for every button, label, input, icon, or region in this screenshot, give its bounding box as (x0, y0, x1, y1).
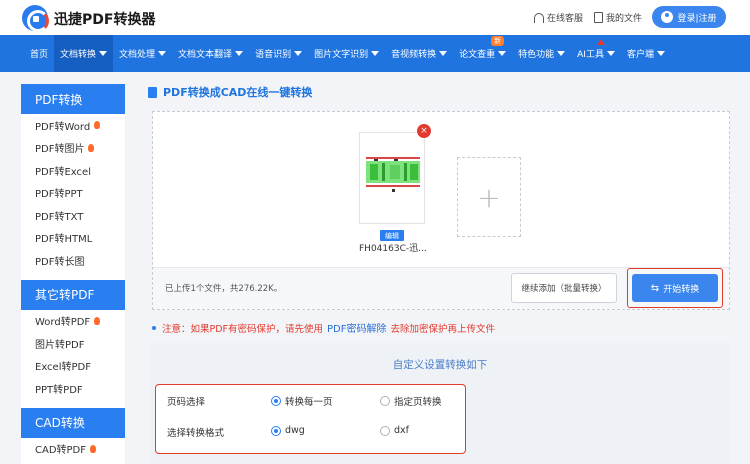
radio-specific-pages[interactable]: 指定页转换 (380, 394, 442, 408)
chevron-down-icon (498, 51, 507, 56)
document-icon (148, 86, 157, 98)
top-header: 迅捷PDF转换器 在线客服 我的文件 登录|注册 (0, 0, 750, 35)
sidebar-item-pdf-ppt[interactable]: PDF转PPT (21, 182, 125, 205)
radio-format-dxf[interactable]: dxf (380, 425, 409, 436)
bullet-icon (152, 325, 156, 330)
login-register-button[interactable]: 登录|注册 (652, 6, 726, 28)
start-convert-button[interactable]: ⇆ 开始转换 (632, 274, 718, 302)
fire-icon (94, 121, 101, 130)
upload-status-text: 已上传1个文件，共276.22K。 (165, 284, 283, 294)
upload-area[interactable]: × 编辑 FH04163C-迅... + 已上传1个文件，共276.22K。 继… (152, 111, 730, 310)
sidebar-item-pdf-html[interactable]: PDF转HTML (21, 227, 125, 250)
chevron-down-icon (439, 51, 448, 56)
sidebar-item-word-pdf[interactable]: Word转PDF (21, 310, 125, 333)
password-notice: 注意：如果PDF有密码保护，请先使用 PDF密码解除 去除加密保护再上传文件 (152, 320, 495, 335)
notice-suffix: 去除加密保护再上传文件 (390, 323, 496, 335)
nav-item-av[interactable]: 音视频转换 (385, 35, 453, 72)
my-files-label: 我的文件 (606, 14, 643, 24)
edit-file-button[interactable]: 编辑 (380, 230, 404, 241)
headset-icon (534, 12, 544, 23)
conversion-settings: 自定义设置转换如下 页码选择 转换每一页 指定页转换 选择转换格式 dwg dx… (150, 343, 730, 464)
sidebar-item-ppt-pdf[interactable]: PPT转PDF (21, 377, 125, 400)
chevron-down-icon (606, 51, 615, 56)
page-select-label: 页码选择 (167, 397, 206, 408)
sidebar-item-excel-pdf[interactable]: Excel转PDF (21, 355, 125, 378)
chevron-down-icon (235, 51, 244, 56)
chevron-down-icon (294, 51, 303, 56)
remove-file-button[interactable]: × (417, 124, 431, 138)
sidebar-item-pdf-excel[interactable]: PDF转Excel (21, 159, 125, 182)
brand-logo-icon[interactable] (22, 5, 49, 32)
online-service-link[interactable]: 在线客服 (534, 11, 583, 24)
nav-item-ocr[interactable]: 图片文字识别 (308, 35, 385, 72)
start-convert-label: 开始转换 (663, 284, 700, 295)
user-icon (661, 11, 674, 23)
nav-item-ai-tools[interactable]: AI工具 (571, 35, 621, 72)
my-files-link[interactable]: 我的文件 (594, 11, 642, 24)
add-file-button[interactable]: + (457, 157, 521, 237)
sidebar-section-to-pdf[interactable]: 其它转PDF (21, 279, 125, 310)
chevron-down-icon (557, 51, 566, 56)
chevron-down-icon (371, 51, 380, 56)
settings-title: 自定义设置转换如下 (392, 359, 488, 371)
format-select-label: 选择转换格式 (167, 428, 225, 439)
sidebar-item-pdf-word[interactable]: PDF转Word (21, 114, 125, 137)
fire-icon (88, 143, 95, 152)
radio-format-dwg[interactable]: dwg (271, 425, 305, 436)
page-title: PDF转换成CAD在线一键转换 (163, 86, 313, 99)
nav-item-doc-convert[interactable]: 文档转换 (54, 35, 114, 72)
online-service-label: 在线客服 (547, 14, 584, 24)
settings-options-highlight: 页码选择 转换每一页 指定页转换 选择转换格式 dwg dxf (155, 384, 466, 454)
swap-icon: ⇆ (650, 282, 660, 294)
new-badge: 新 (491, 36, 505, 46)
fire-icon (90, 444, 97, 453)
nav-item-plagiarism[interactable]: 论文查重新 (453, 35, 512, 72)
login-label: 登录|注册 (677, 13, 717, 24)
chevron-down-icon (99, 51, 108, 56)
pdf-unlock-link[interactable]: PDF密码解除 (327, 320, 386, 335)
page-title-row: PDF转换成CAD在线一键转换 (148, 84, 312, 100)
brand-name[interactable]: 迅捷PDF转换器 (54, 9, 155, 29)
nav-item-speech[interactable]: 语音识别 (249, 35, 308, 72)
sidebar-section-pdf-convert[interactable]: PDF转换 (21, 84, 125, 114)
file-icon (594, 12, 603, 23)
nav-item-translate[interactable]: 文档文本翻译 (172, 35, 249, 72)
continue-add-button[interactable]: 继续添加（批量转换） (511, 273, 617, 303)
chevron-down-icon (158, 51, 167, 56)
sidebar-section-cad[interactable]: CAD转换 (21, 407, 125, 438)
sidebar: PDF转换 PDF转Word PDF转图片 PDF转Excel PDF转PPT … (21, 84, 125, 464)
chevron-down-icon (656, 51, 665, 56)
radio-convert-every-page[interactable]: 转换每一页 (271, 394, 333, 408)
radio-unselected-icon (380, 425, 390, 436)
nav-item-features[interactable]: 特色功能 (512, 35, 571, 72)
file-name: FH04163C-迅... (359, 244, 427, 254)
hot-marker-icon (597, 39, 606, 45)
start-button-highlight: ⇆ 开始转换 (627, 268, 723, 308)
main-panel: PDF转换成CAD在线一键转换 × 编辑 FH04163C-迅... + 已上传… (140, 84, 740, 464)
nav-item-client[interactable]: 客户端 (621, 35, 671, 72)
file-thumbnail[interactable] (359, 132, 425, 224)
fire-icon (94, 316, 101, 325)
nav-item-doc-process[interactable]: 文档处理 (113, 35, 172, 72)
sidebar-item-pdf-longimage[interactable]: PDF转长图 (21, 249, 125, 272)
radio-selected-icon (271, 425, 281, 436)
sidebar-item-pdf-image[interactable]: PDF转图片 (21, 137, 125, 160)
cad-preview-image (364, 155, 422, 195)
main-nav: 首页 文档转换 文档处理 文档文本翻译 语音识别 图片文字识别 音视频转换 论文… (0, 35, 750, 72)
notice-prefix: 注意：如果PDF有密码保护，请先使用 (162, 323, 324, 335)
sidebar-item-pdf-txt[interactable]: PDF转TXT (21, 204, 125, 227)
sidebar-item-image-pdf[interactable]: 图片转PDF (21, 332, 125, 355)
nav-item-home[interactable]: 首页 (24, 35, 54, 72)
upload-footer: 已上传1个文件，共276.22K。 继续添加（批量转换） ⇆ 开始转换 (153, 267, 729, 309)
radio-selected-icon (271, 396, 281, 406)
radio-unselected-icon (380, 396, 390, 406)
sidebar-item-cad-pdf[interactable]: CAD转PDF (21, 438, 125, 461)
